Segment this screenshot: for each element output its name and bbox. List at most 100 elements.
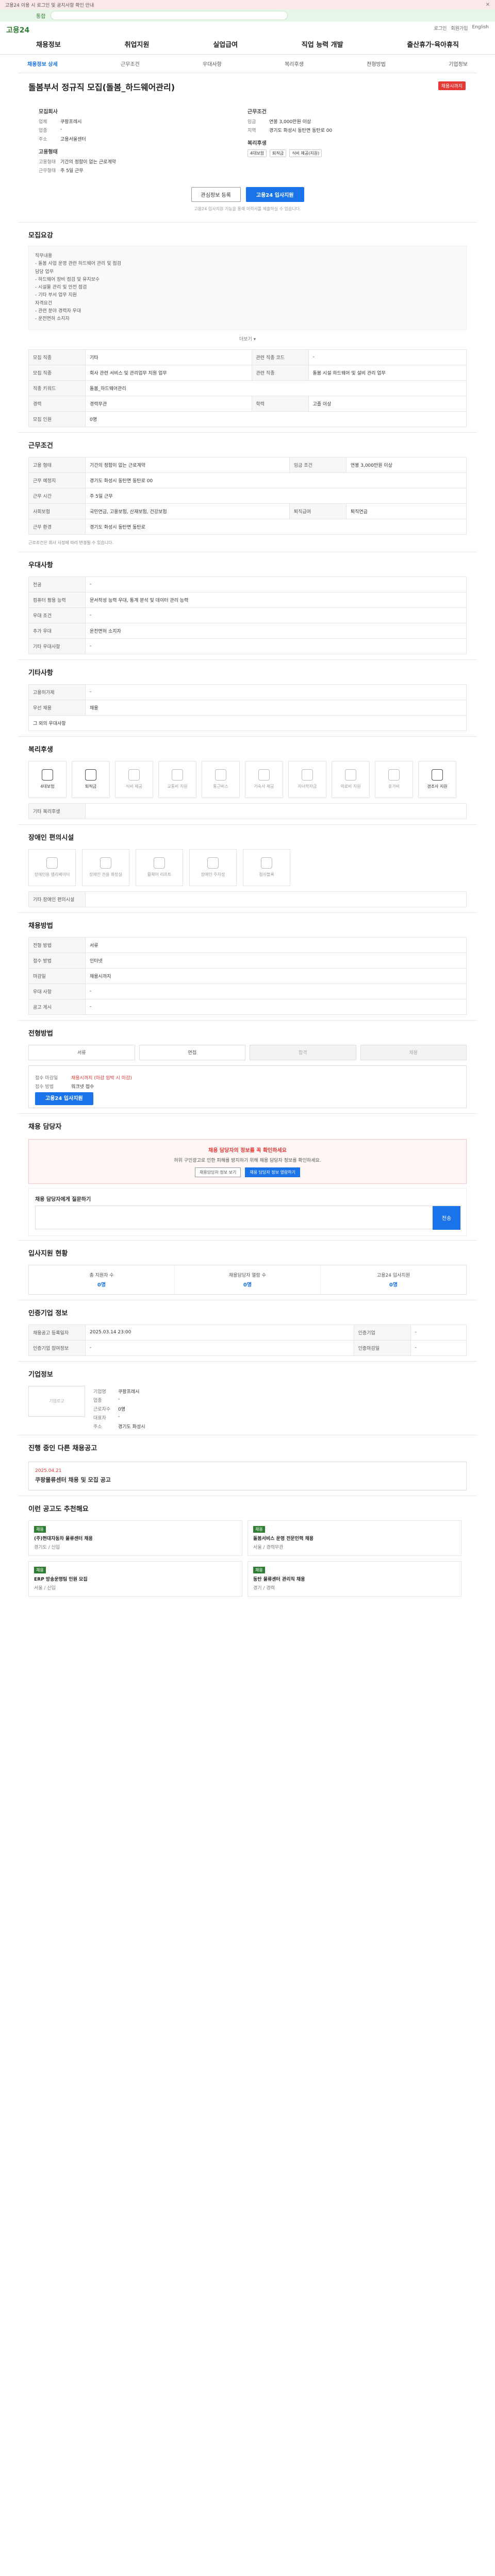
tab-conditions[interactable]: 근무조건 bbox=[121, 60, 140, 67]
util-login[interactable]: 로그인 bbox=[434, 25, 447, 31]
etc-table: 고용허가제 - 우선 채용 채용 그 외의 우대사항 bbox=[28, 684, 467, 731]
table-header-cell: 전형 방법 bbox=[28, 937, 86, 953]
table-cell: - bbox=[85, 607, 467, 623]
severance-icon bbox=[85, 769, 96, 781]
menu-jobs[interactable]: 채용정보 bbox=[36, 39, 61, 49]
section-company-title: 기업정보 bbox=[18, 1361, 477, 1383]
stat-online: 고용24 입사지원 0명 bbox=[377, 1273, 410, 1288]
close-icon[interactable]: ✕ bbox=[486, 2, 490, 8]
search-input[interactable] bbox=[51, 11, 288, 20]
tab-welfare[interactable]: 복리후생 bbox=[285, 60, 304, 67]
qa-textarea[interactable]: 전송 bbox=[35, 1205, 460, 1230]
insurance-icon bbox=[42, 769, 53, 781]
rec-card[interactable]: 채용 동탄 물류센터 관리직 채용 경기 / 경력 bbox=[248, 1561, 461, 1597]
info-table: 채용공고 등록일자 2025.03.14 23:00 인증기업 - 인증기업 참여정보… bbox=[28, 1324, 467, 1356]
tab-detail[interactable]: 채용정보 상세 bbox=[27, 60, 58, 67]
table-cell: - bbox=[85, 638, 467, 654]
apply-button-2[interactable]: 고용24 입사지원 bbox=[35, 1092, 93, 1105]
company-info: 기업로고 기업명 쿠팡프레시 업종 - 근로자수 0명 대표자 - 주소 경기도 화성시 bbox=[28, 1385, 467, 1432]
table-cell: 채용 bbox=[85, 699, 467, 716]
table-cell: 기간의 정함이 없는 근로계약 bbox=[85, 456, 290, 473]
menu-leave[interactable]: 출산휴가·육아휴직 bbox=[407, 39, 459, 49]
benefit-extra: 기타 복리후생 bbox=[28, 803, 467, 819]
table-header-cell: 채용공고 등록일자 bbox=[28, 1324, 86, 1341]
table-header-cell: 기타 장애인 편의시설 bbox=[28, 891, 86, 907]
table-cell: 기타 bbox=[85, 349, 252, 365]
table-cell: - bbox=[85, 1340, 354, 1356]
elevator-icon bbox=[46, 857, 58, 869]
tab-pref[interactable]: 우대사항 bbox=[203, 60, 222, 67]
benefit-item: 4대보험 bbox=[28, 760, 67, 798]
job-summary: 모집회사 업체 쿠팡프레시 업종 - 주소 고용서울센터 고용형태 고용형태 기간의 정… bbox=[39, 102, 456, 176]
meal-icon bbox=[128, 769, 140, 781]
table-cell: 연봉 3,000만원 이상 bbox=[345, 456, 467, 473]
util-signup[interactable]: 회원가입 bbox=[451, 25, 468, 31]
table-header-cell: 퇴직급여 bbox=[289, 503, 346, 519]
section-info-title: 인증기업 정보 bbox=[18, 1299, 477, 1321]
qa-send-button[interactable]: 전송 bbox=[433, 1206, 460, 1230]
table-cell: 인터넷 bbox=[85, 952, 467, 969]
table-header-cell: 우대 조건 bbox=[28, 607, 86, 623]
section-etc-title: 기타사항 bbox=[18, 659, 477, 681]
tab-company[interactable]: 기업정보 bbox=[449, 60, 468, 67]
similar-date: 2025.04.21 bbox=[35, 1468, 62, 1473]
table-header-cell: 컴퓨터 활용 능력 bbox=[28, 591, 86, 608]
transport-icon bbox=[172, 769, 183, 781]
facility-item: 휠체어 리프트 bbox=[136, 849, 183, 886]
welfare-chip: 4대보험 bbox=[248, 149, 267, 157]
save-interest-button[interactable]: 관심정보 등록 bbox=[191, 187, 241, 202]
similar-job-card[interactable]: 2025.04.21 쿠팡물류센터 채용 및 모집 공고 bbox=[28, 1461, 467, 1490]
table-header-cell: 근무 시간 bbox=[28, 487, 86, 504]
benefit-item: 기숙사 제공 bbox=[245, 760, 283, 798]
deadline-card: 접수 마감일 채용시까지 (마감 임박 시 마감) 접수 방법 워크넷 접수 고용2… bbox=[28, 1065, 467, 1108]
table-header-cell: 모집 직종 bbox=[28, 364, 86, 381]
util-english[interactable]: English bbox=[472, 25, 489, 31]
rec-card[interactable]: 채용 돌봄서비스 운영 전문인력 채용 서울 / 경력무관 bbox=[248, 1520, 461, 1556]
menu-training[interactable]: 직업 능력 개발 bbox=[302, 39, 343, 49]
table-cell: 문서작성 능력 우대, 통계 분석 및 데이터 관리 능력 bbox=[85, 591, 467, 608]
table-header-cell: 관련 직종 코드 bbox=[251, 349, 309, 365]
apply-table: 전형 방법 서류 접수 방법 인터넷 마감일 채용시까지 우대 사항 - 공고 게시 - bbox=[28, 937, 467, 1015]
table-header-cell: 근무 예정지 bbox=[28, 472, 86, 488]
notice-headline: 채용 담당자의 정보를 꼭 확인하세요 bbox=[208, 1147, 287, 1154]
welfare-chip: 퇴직금 bbox=[270, 149, 287, 157]
braille-icon bbox=[261, 857, 272, 869]
dorm-icon bbox=[258, 769, 270, 781]
more-button[interactable]: 더보기 ▾ bbox=[18, 335, 477, 346]
recruiter-info-button[interactable]: 채용담당자 정보 보기 bbox=[195, 1167, 241, 1177]
menu-benefit[interactable]: 실업급여 bbox=[213, 39, 238, 49]
section-stats-title: 입사지원 현황 bbox=[18, 1240, 477, 1262]
search-scope[interactable]: 통합 bbox=[36, 12, 45, 20]
table-header-cell: 고용허가제 bbox=[28, 684, 86, 700]
status-badge: 채용시까지 bbox=[438, 81, 466, 90]
table-cell: - bbox=[85, 684, 467, 700]
detail-tabs: 채용정보 상세 근무조건 우대사항 복리후생 전형방법 기업정보 bbox=[18, 55, 477, 73]
table-cell: 경력무관 bbox=[85, 395, 252, 412]
rec-card[interactable]: 채용 ERP 방송운영팀 인원 모집 서울 / 신입 bbox=[28, 1561, 242, 1597]
menu-support[interactable]: 취업지원 bbox=[125, 39, 150, 49]
similar-title: 쿠팡물류센터 채용 및 모집 공고 bbox=[35, 1476, 111, 1483]
util-menu: 로그인 회원가입 English bbox=[434, 25, 489, 31]
table-cell: 그 외의 우대사항 bbox=[28, 715, 467, 731]
table-header-cell: 우선 채용 bbox=[28, 699, 86, 716]
company-logo: 기업로고 bbox=[28, 1385, 85, 1417]
step-item: 서류 bbox=[28, 1044, 135, 1060]
table-header-cell: 모집 직종 bbox=[28, 349, 86, 365]
table-cell: 국민연금, 고용보험, 산재보험, 건강보험 bbox=[85, 503, 290, 519]
recruiter-view-button[interactable]: 채용 담당자 정보 열람하기 bbox=[245, 1167, 300, 1177]
table-header-cell: 인증마감일 bbox=[353, 1340, 411, 1356]
detail-body: 직무내용 - 돌봄 사업 운영 관련 하드웨어 관리 및 점검 담당 업무 - … bbox=[28, 246, 467, 330]
tab-process[interactable]: 전형방법 bbox=[367, 60, 386, 67]
rec-card[interactable]: 채용 (주)현대자동차 물류센터 채용 경기도 / 신입 bbox=[28, 1520, 242, 1556]
pref-table: 전공 - 컴퓨터 활용 능력 문서작성 능력 우대, 통계 분석 및 데이터 관리 … bbox=[28, 576, 467, 654]
table-header-cell: 전공 bbox=[28, 576, 86, 592]
section-benefit-title: 복리후생 bbox=[18, 736, 477, 758]
notice-body: 허위 구인광고로 인한 피해를 방지하기 위해 채용 담당자 정보를 확인하세요… bbox=[174, 1158, 321, 1163]
benefit-item: 경조사 지원 bbox=[418, 760, 456, 798]
section-rec-title: 이런 공고도 추천해요 bbox=[18, 1495, 477, 1517]
apply-button[interactable]: 고용24 입사지원 bbox=[245, 187, 304, 202]
site-logo[interactable]: 고용24 bbox=[6, 25, 29, 35]
section-notice-title: 채용 담당자 bbox=[18, 1113, 477, 1135]
table-header-cell: 학력 bbox=[251, 395, 309, 412]
conditions-label: 근무조건 bbox=[248, 109, 267, 115]
